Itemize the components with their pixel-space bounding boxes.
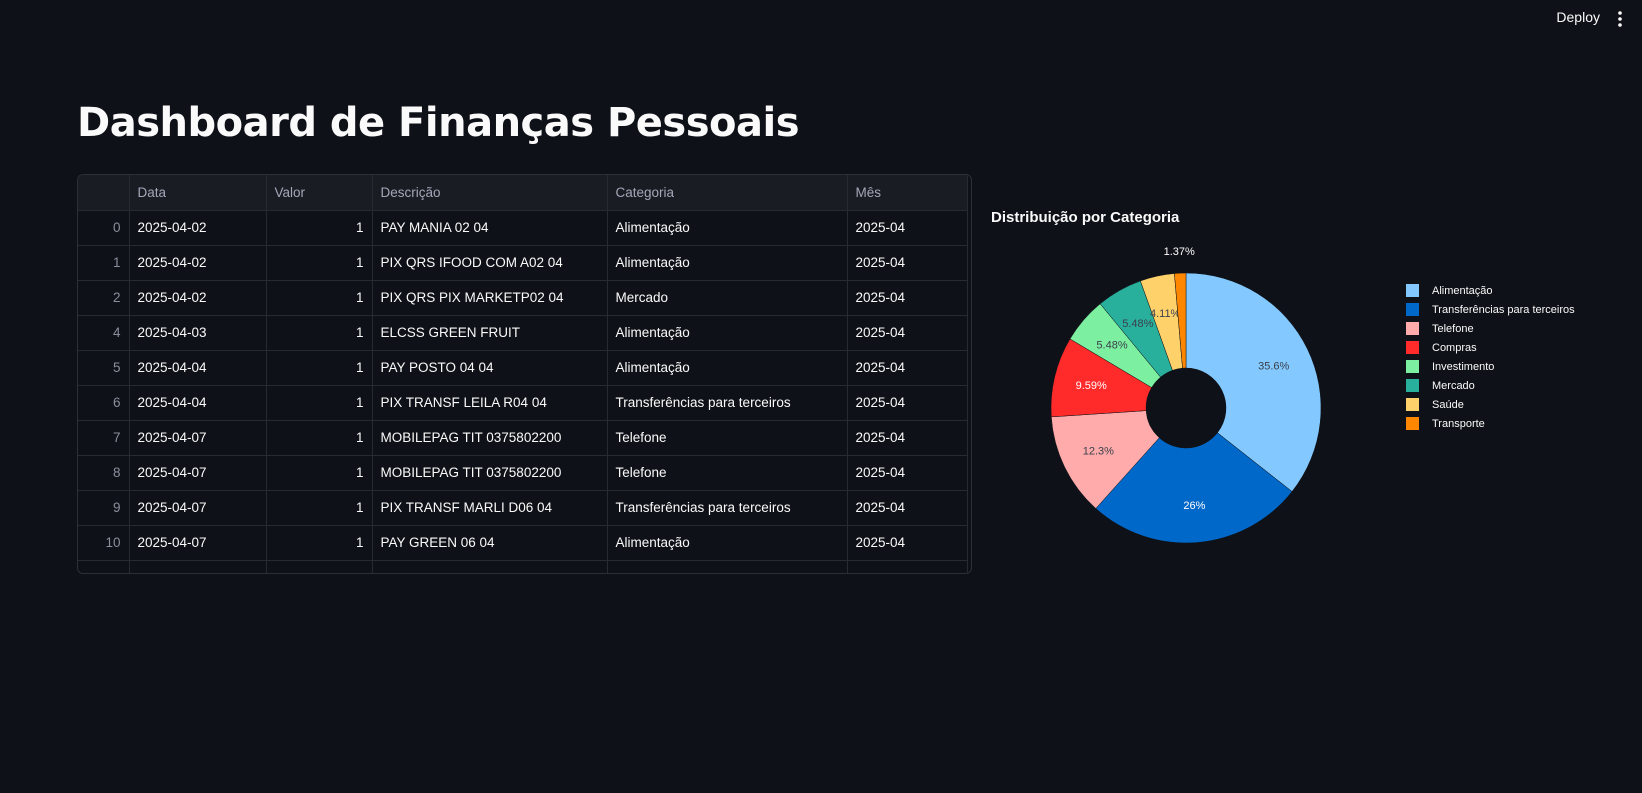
legend-item[interactable]: Investimento [1406, 357, 1575, 376]
legend-label: Saúde [1432, 398, 1464, 411]
legend-item[interactable]: Transferências para terceiros [1406, 300, 1575, 319]
legend-label: Investimento [1432, 360, 1495, 373]
legend-swatch [1406, 360, 1419, 373]
legend-item[interactable]: Compras [1406, 338, 1575, 357]
chart-legend[interactable]: Alimentação Transferências para terceiros… [1406, 281, 1575, 433]
pie-data-label: 5.48% [1096, 339, 1127, 351]
pie-chart: 35.6%26%12.3%9.59%5.48%5.48%4.11%1.37% [1050, 246, 1322, 544]
legend-swatch [1406, 379, 1419, 392]
pie-data-label: 5.48% [1122, 318, 1153, 330]
pie-data-label: 26% [1183, 500, 1205, 512]
legend-item[interactable]: Saúde [1406, 395, 1575, 414]
legend-swatch [1406, 303, 1419, 316]
legend-swatch [1406, 322, 1419, 335]
legend-label: Transferências para terceiros [1432, 303, 1575, 316]
legend-swatch [1406, 417, 1419, 430]
legend-swatch [1406, 341, 1419, 354]
legend-swatch [1406, 398, 1419, 411]
pie-data-label: 9.59% [1076, 380, 1107, 392]
legend-item[interactable]: Mercado [1406, 376, 1575, 395]
pie-data-label: 4.11% [1150, 308, 1181, 320]
legend-label: Compras [1432, 341, 1477, 354]
legend-item[interactable]: Telefone [1406, 319, 1575, 338]
pie-data-label: 1.37% [1164, 246, 1195, 258]
pie-data-label: 35.6% [1258, 360, 1289, 372]
pie-data-label: 12.3% [1083, 446, 1114, 458]
legend-label: Transporte [1432, 417, 1485, 430]
legend-item[interactable]: Transporte [1406, 414, 1575, 433]
legend-label: Mercado [1432, 379, 1475, 392]
legend-label: Telefone [1432, 322, 1474, 335]
legend-swatch [1406, 284, 1419, 297]
legend-label: Alimentação [1432, 284, 1493, 297]
legend-item[interactable]: Alimentação [1406, 281, 1575, 300]
